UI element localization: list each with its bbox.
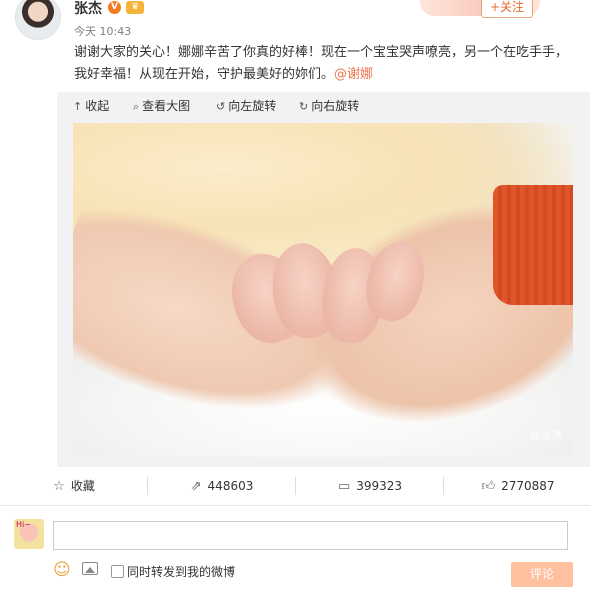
image-icon[interactable]	[82, 562, 98, 575]
emoji-icon[interactable]: ☺	[53, 560, 71, 580]
post-photo[interactable]: @张杰	[73, 123, 573, 457]
repost-button[interactable]: ⇗ 448603	[148, 467, 296, 505]
rotate-left-icon: ↺	[216, 100, 226, 113]
rotate-right-button[interactable]: ↻ 向右旋转	[299, 97, 359, 114]
post-body: 谢谢大家的关心！娜娜辛苦了你真的好棒！现在一个宝宝哭声嘹亮，另一个在吃手手，我好…	[74, 45, 569, 82]
repost-checkbox[interactable]	[111, 565, 124, 578]
like-count: 2770887	[501, 479, 555, 493]
crown-icon[interactable]: ♛	[126, 1, 144, 14]
collapse-button[interactable]: ↑ 收起	[73, 97, 109, 114]
view-large-label: 查看大图	[142, 99, 191, 113]
rotate-left-button[interactable]: ↺ 向左旋转	[216, 97, 276, 114]
follow-button[interactable]: +关注	[481, 0, 533, 18]
photo-watermark: @张杰	[530, 429, 563, 442]
username[interactable]: 张杰	[74, 0, 102, 18]
like-button[interactable]: 👍︎ 2770887	[444, 467, 590, 505]
post-header: 张杰 V ♛ +关注 今天 10:43 谢谢大家的关心！娜娜辛苦了你真的好棒！现…	[0, 0, 590, 92]
rotate-right-icon: ↻	[299, 100, 309, 113]
comment-icon: ▭	[337, 479, 351, 494]
photo-sleeve	[493, 185, 573, 305]
comment-button[interactable]: ▭ 399323	[296, 467, 444, 505]
view-large-button[interactable]: ⌕ 查看大图	[133, 97, 190, 114]
repost-count: 448603	[207, 479, 254, 493]
user-avatar[interactable]	[15, 0, 61, 40]
repost-icon: ⇗	[190, 479, 202, 494]
verified-badge-icon[interactable]: V	[108, 1, 121, 14]
arrow-up-icon: ↑	[73, 100, 83, 113]
repost-option-label[interactable]: 同时转发到我的微博	[127, 563, 235, 580]
post-actions: ☆ 收藏 ⇗ 448603 ▭ 399323 👍︎ 2770887	[0, 467, 590, 506]
post-text: 谢谢大家的关心！娜娜辛苦了你真的好棒！现在一个宝宝哭声嘹亮，另一个在吃手手，我好…	[74, 42, 574, 86]
thumbs-up-icon: 👍︎	[481, 479, 496, 494]
magnifier-icon: ⌕	[133, 100, 140, 113]
star-icon: ☆	[53, 479, 65, 494]
rotate-right-label: 向右旋转	[311, 99, 360, 113]
comment-composer: Hi~ ☺ 同时转发到我的微博 评论	[0, 506, 590, 597]
submit-comment-button[interactable]: 评论	[511, 562, 573, 587]
comment-input[interactable]	[53, 521, 568, 550]
comment-count: 399323	[356, 479, 403, 493]
favorite-label: 收藏	[70, 479, 95, 493]
mention-link[interactable]: @谢娜	[334, 67, 373, 82]
my-avatar[interactable]: Hi~	[14, 519, 44, 549]
media-box: ↑ 收起 ⌕ 查看大图 ↺ 向左旋转 ↻ 向右旋转 @张杰	[57, 92, 590, 467]
post-timestamp[interactable]: 今天 10:43	[74, 23, 131, 39]
rotate-left-label: 向左旋转	[228, 99, 277, 113]
collapse-label: 收起	[85, 99, 110, 113]
favorite-button[interactable]: ☆ 收藏	[0, 467, 148, 505]
